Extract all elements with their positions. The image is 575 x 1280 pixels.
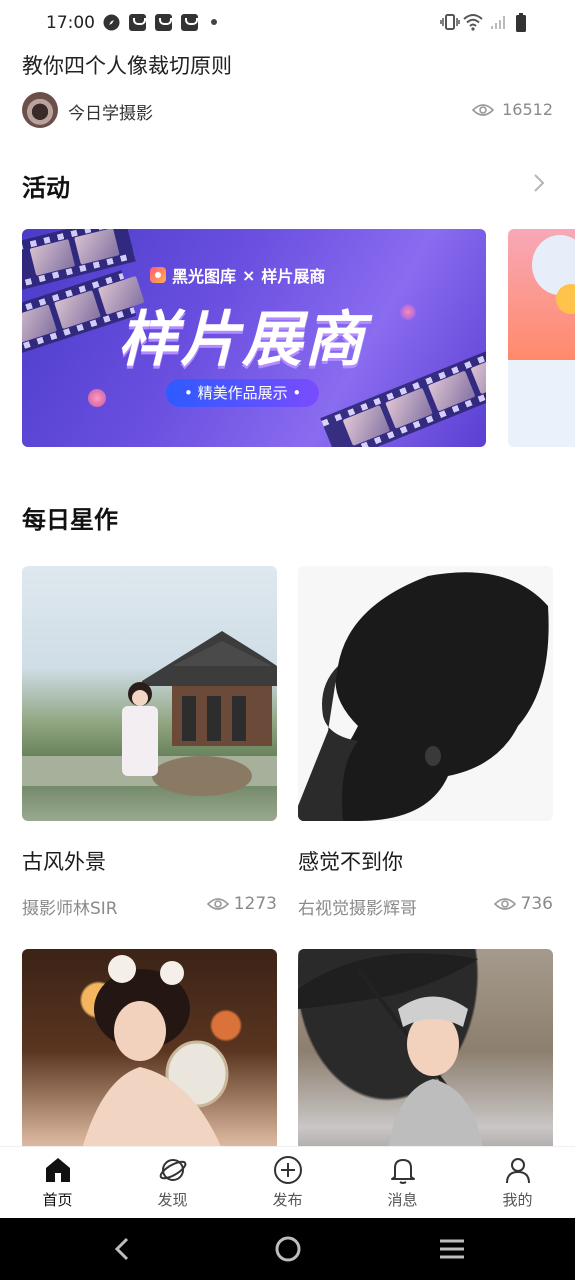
- status-bar: 17:00: [0, 0, 575, 46]
- brand-sep: ×: [242, 265, 256, 285]
- activity-banner-next[interactable]: [508, 229, 575, 447]
- status-time: 17:00: [46, 13, 95, 33]
- vibrate-icon: [440, 13, 460, 35]
- work-photo[interactable]: [298, 566, 553, 821]
- eye-icon: [206, 898, 229, 910]
- nav-label: 发现: [157, 1191, 188, 1209]
- brand-left: 黑光图库: [172, 267, 237, 286]
- decor-bubble: [400, 304, 416, 320]
- nav-item-profile[interactable]: 我的: [460, 1155, 575, 1210]
- bottom-nav: 首页 发现 发布 消息 我的: [0, 1146, 575, 1218]
- mail-icon: [155, 14, 172, 31]
- home-icon: [45, 1158, 70, 1182]
- bell-icon: [390, 1159, 415, 1184]
- nav-label: 消息: [387, 1191, 418, 1209]
- portrait-illustration: [298, 572, 549, 821]
- card-views-value: 736: [520, 894, 553, 914]
- article-title[interactable]: 教你四个人像裁切原则: [22, 50, 232, 80]
- avatar[interactable]: [22, 92, 58, 128]
- nav-label: 发布: [272, 1191, 303, 1209]
- banner-pill: • 精美作品展示 •: [166, 379, 320, 407]
- dot-icon: [211, 19, 217, 25]
- view-count-value: 16512: [502, 100, 553, 119]
- card-meta: 右视觉摄影辉哥 736: [298, 894, 553, 919]
- card-views-value: 1273: [233, 894, 277, 914]
- compass-icon: [103, 14, 120, 31]
- card-author[interactable]: 右视觉摄影辉哥: [298, 894, 417, 919]
- nav-item-home[interactable]: 首页: [0, 1155, 115, 1210]
- eye-icon: [472, 103, 495, 116]
- section-title-activities: 活动: [22, 174, 70, 202]
- system-nav-bar: [0, 1218, 575, 1280]
- back-icon[interactable]: [110, 1235, 136, 1267]
- plus-circle-icon: [273, 1156, 302, 1184]
- author-name[interactable]: 今日学摄影: [68, 99, 153, 124]
- nav-item-publish[interactable]: 发布: [230, 1155, 345, 1210]
- card-author[interactable]: 摄影师林SIR: [22, 894, 118, 919]
- chevron-right-icon[interactable]: [527, 172, 549, 194]
- nav-item-messages[interactable]: 消息: [345, 1155, 460, 1210]
- card-meta: 摄影师林SIR 1273: [22, 894, 277, 919]
- umbrella-illustration: [298, 953, 483, 1149]
- nav-label: 首页: [42, 1191, 73, 1209]
- card-views: 736: [493, 894, 553, 914]
- section-title-daily-stars: 每日星作: [22, 506, 118, 534]
- nav-label: 我的: [502, 1191, 533, 1209]
- work-photo[interactable]: [22, 566, 277, 821]
- banner-brand: 黑光图库 × 样片展商: [150, 263, 325, 287]
- decor-bubble: [88, 389, 106, 407]
- card-views: 1273: [206, 894, 277, 914]
- signal-icon: [489, 13, 509, 35]
- mail-icon: [129, 14, 146, 31]
- user-icon: [505, 1158, 530, 1184]
- pavilion-illustration: [22, 631, 277, 796]
- menu-icon[interactable]: [438, 1235, 466, 1267]
- article-author-row[interactable]: 今日学摄影 16512: [22, 92, 553, 128]
- card-title[interactable]: 感觉不到你: [298, 846, 403, 876]
- wifi-icon: [463, 13, 483, 35]
- view-count: 16512: [472, 100, 553, 119]
- banner-headline: 样片展商: [118, 305, 366, 375]
- hanfu-illustration: [82, 955, 229, 1149]
- brand-right: 样片展商: [261, 267, 326, 286]
- nav-item-discover[interactable]: 发现: [115, 1155, 230, 1210]
- battery-icon: [515, 13, 527, 37]
- card-title[interactable]: 古风外景: [22, 846, 106, 876]
- planet-icon: [159, 1159, 186, 1181]
- mail-icon: [181, 14, 198, 31]
- brand-logo-icon: [150, 267, 166, 283]
- home-circle-icon[interactable]: [274, 1235, 302, 1267]
- eye-icon: [493, 898, 516, 910]
- activity-banner[interactable]: 黑光图库 × 样片展商 样片展商 • 精美作品展示 •: [22, 229, 486, 447]
